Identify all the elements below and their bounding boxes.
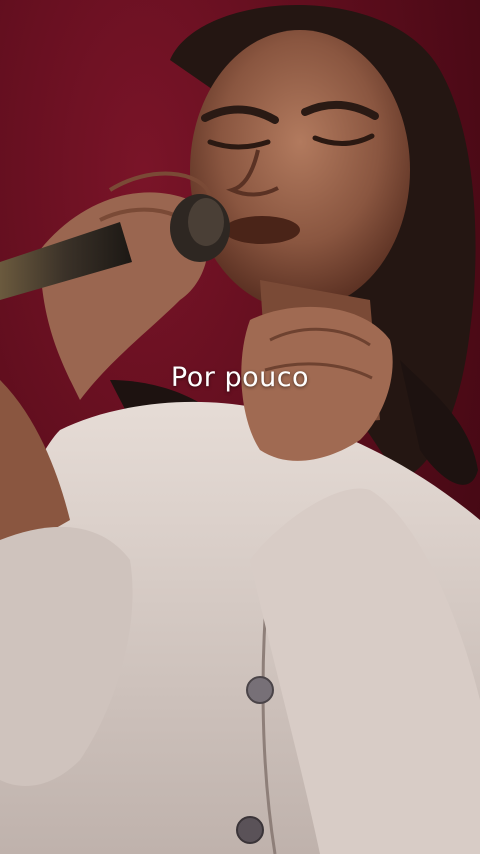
jacket-button-1 (246, 676, 274, 704)
subtitle-caption: Por pouco (170, 362, 310, 393)
performer-photo (0, 5, 480, 854)
face (190, 30, 410, 310)
jacket-button-2 (236, 816, 264, 844)
video-frame[interactable]: Por pouco (0, 0, 480, 854)
